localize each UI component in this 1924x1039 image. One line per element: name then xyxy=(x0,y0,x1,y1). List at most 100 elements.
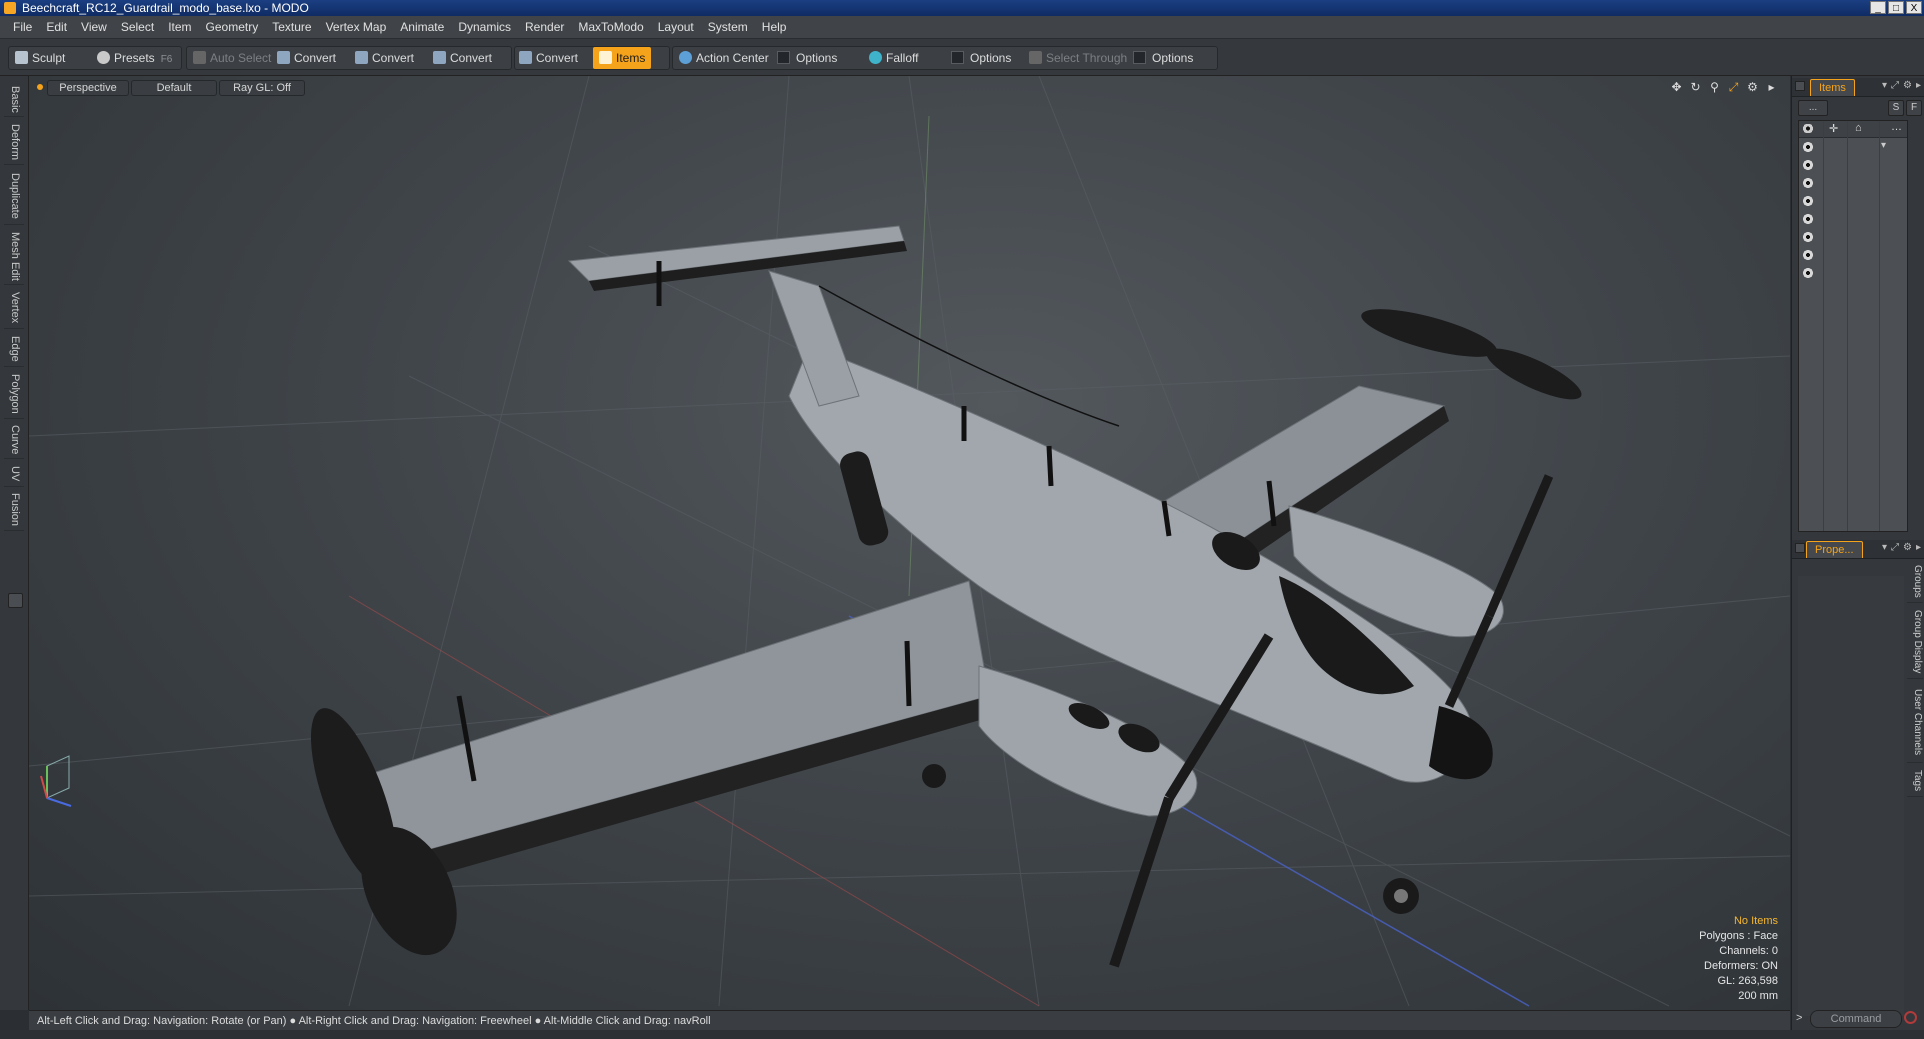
3d-viewport[interactable]: Perspective Default Ray GL: Off ✥ ↻ ⚲ ⤢ … xyxy=(29,76,1790,1010)
expand-icon[interactable]: ⤢ xyxy=(1891,542,1899,553)
tab-collapse-handle[interactable] xyxy=(8,593,23,608)
items-mode-button[interactable]: Items xyxy=(593,47,652,69)
tab-fusion[interactable]: Fusion xyxy=(4,490,24,531)
menu-render[interactable]: Render xyxy=(518,16,571,38)
tab-edge[interactable]: Edge xyxy=(4,332,24,367)
sculpt-button[interactable]: Sculpt xyxy=(15,47,65,69)
viewport-menu-dot[interactable] xyxy=(37,84,43,90)
presets-button[interactable]: Presets F6 xyxy=(97,47,172,69)
view-type-dropdown[interactable]: Perspective xyxy=(47,80,129,96)
fit-icon[interactable]: ⤢ xyxy=(1727,81,1740,94)
menu-animate[interactable]: Animate xyxy=(393,16,451,38)
menu-vertex-map[interactable]: Vertex Map xyxy=(319,16,394,38)
list-item[interactable] xyxy=(1799,157,1907,175)
gear-icon[interactable]: ⚙ xyxy=(1746,81,1759,94)
maximize-button[interactable]: □ xyxy=(1888,1,1904,14)
rotate-icon[interactable]: ↻ xyxy=(1689,81,1702,94)
menu-help[interactable]: Help xyxy=(755,16,794,38)
tab-deform[interactable]: Deform xyxy=(4,120,24,165)
tab-properties[interactable]: Prope... xyxy=(1806,541,1863,558)
shading-dropdown[interactable]: Default xyxy=(131,80,217,96)
list-item[interactable] xyxy=(1799,211,1907,229)
menu-layout[interactable]: Layout xyxy=(651,16,701,38)
record-macro-icon[interactable] xyxy=(1904,1011,1917,1024)
dropdown-icon[interactable]: ▾ xyxy=(1882,80,1887,91)
eye-icon[interactable] xyxy=(1803,196,1813,206)
close-button[interactable]: X xyxy=(1906,1,1922,14)
expand-icon[interactable]: ▾ xyxy=(1881,140,1886,151)
tab-polygon[interactable]: Polygon xyxy=(4,370,24,419)
tab-basic[interactable]: Basic xyxy=(4,82,24,117)
s-button[interactable]: S xyxy=(1888,100,1904,116)
falloff-options[interactable]: Options xyxy=(951,47,1011,69)
menu-select[interactable]: Select xyxy=(114,16,161,38)
list-item[interactable] xyxy=(1799,229,1907,247)
select-through-options[interactable]: Options xyxy=(1133,47,1193,69)
items-filter-dropdown[interactable]: ... xyxy=(1798,100,1828,116)
menu-system[interactable]: System xyxy=(701,16,755,38)
action-center-button[interactable]: Action Center xyxy=(679,47,769,69)
items-list[interactable]: ✛ ⌂ … ▾ xyxy=(1798,120,1908,532)
f-button[interactable]: F xyxy=(1906,100,1922,116)
hud-gl: GL: 263,598 xyxy=(1717,975,1778,987)
convert-vertex-button[interactable]: Convert xyxy=(277,47,336,69)
raygl-dropdown[interactable]: Ray GL: Off xyxy=(219,80,305,96)
menu-dynamics[interactable]: Dynamics xyxy=(451,16,518,38)
eye-icon[interactable] xyxy=(1803,268,1813,278)
tab-vertex[interactable]: Vertex xyxy=(4,288,24,329)
list-item[interactable] xyxy=(1799,175,1907,193)
convert-edge-button[interactable]: Convert xyxy=(355,47,414,69)
tab-uv[interactable]: UV xyxy=(4,462,24,487)
tab-groups[interactable]: Groups xyxy=(1907,560,1923,603)
eye-icon[interactable] xyxy=(1803,214,1813,224)
eye-icon[interactable] xyxy=(1803,142,1813,152)
falloff-icon xyxy=(869,51,882,64)
menu-maxtomodo[interactable]: MaxToModo xyxy=(571,16,650,38)
tool-options-group: Action Center Options Falloff Options Se… xyxy=(672,46,1218,70)
tab-tags[interactable]: Tags xyxy=(1907,766,1923,797)
options-checkbox[interactable] xyxy=(1133,51,1146,64)
eye-icon[interactable] xyxy=(1803,160,1813,170)
select-through-button[interactable]: Select Through xyxy=(1029,47,1127,69)
tab-duplicate[interactable]: Duplicate xyxy=(4,168,24,225)
menu-item[interactable]: Item xyxy=(161,16,198,38)
convert-polygon-button[interactable]: Convert xyxy=(433,47,492,69)
eye-icon[interactable] xyxy=(1803,178,1813,188)
list-item[interactable] xyxy=(1799,193,1907,211)
menu-view[interactable]: View xyxy=(74,16,114,38)
auto-select-button[interactable]: Auto Select xyxy=(193,47,271,69)
list-item[interactable]: ▾ xyxy=(1799,139,1907,157)
expand-icon[interactable]: ⤢ xyxy=(1891,80,1899,91)
convert-material-button[interactable]: Convert xyxy=(515,47,578,69)
tab-curve[interactable]: Curve xyxy=(4,422,24,459)
zoom-icon[interactable]: ⚲ xyxy=(1708,81,1721,94)
list-item[interactable] xyxy=(1799,247,1907,265)
menu-file[interactable]: File xyxy=(6,16,39,38)
panel-menu-button[interactable] xyxy=(1795,543,1805,553)
tab-items[interactable]: Items xyxy=(1810,79,1855,96)
menu-geometry[interactable]: Geometry xyxy=(199,16,266,38)
tab-user-channels[interactable]: User Channels xyxy=(1907,682,1923,763)
tab-group-display[interactable]: Group Display xyxy=(1907,606,1923,679)
menu-edit[interactable]: Edit xyxy=(39,16,74,38)
minimize-button[interactable]: _ xyxy=(1870,1,1886,14)
chevron-right-icon[interactable]: ▸ xyxy=(1916,80,1921,91)
dropdown-icon[interactable]: ▾ xyxy=(1882,542,1887,553)
list-item[interactable] xyxy=(1799,265,1907,283)
gear-icon[interactable]: ⚙ xyxy=(1903,80,1912,91)
gear-icon[interactable]: ⚙ xyxy=(1903,542,1912,553)
options-checkbox[interactable] xyxy=(777,51,790,64)
falloff-button[interactable]: Falloff xyxy=(869,47,918,69)
eye-icon[interactable] xyxy=(1803,232,1813,242)
action-center-options[interactable]: Options xyxy=(777,47,837,69)
eye-icon[interactable] xyxy=(1803,250,1813,260)
command-history-arrow[interactable]: > xyxy=(1796,1010,1802,1026)
options-checkbox[interactable] xyxy=(951,51,964,64)
chevron-right-icon[interactable]: ▸ xyxy=(1916,542,1921,553)
panel-menu-button[interactable] xyxy=(1795,81,1805,91)
expand-icon[interactable]: ▸ xyxy=(1765,81,1778,94)
move-icon[interactable]: ✥ xyxy=(1670,81,1683,94)
menu-texture[interactable]: Texture xyxy=(265,16,318,38)
command-input[interactable]: Command xyxy=(1810,1010,1902,1028)
tab-mesh-edit[interactable]: Mesh Edit xyxy=(4,228,24,285)
